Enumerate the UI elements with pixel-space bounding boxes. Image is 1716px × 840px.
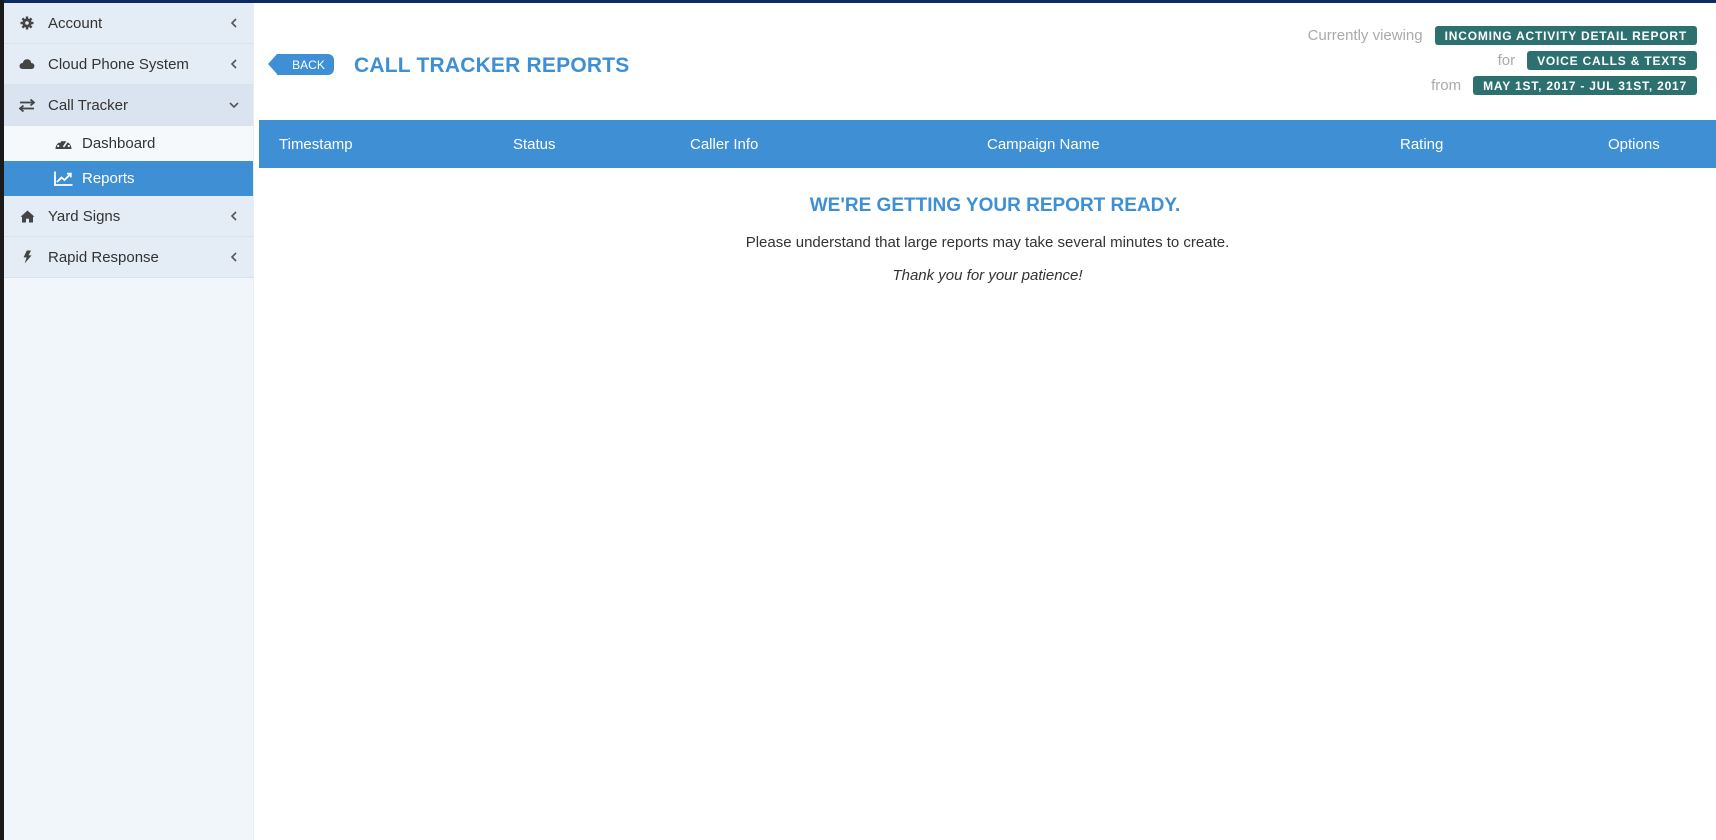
cloud-icon [16,58,38,70]
viewing-label: Currently viewing [1307,27,1423,44]
loading-message: Please understand that large reports may… [745,234,1230,251]
sidebar-subitem-reports[interactable]: Reports [4,161,253,196]
loading-thanks: Thank you for your patience! [892,267,1083,284]
sidebar-item-yard-signs[interactable]: Yard Signs [4,196,253,237]
report-type-badge: INCOMING ACTIVITY DETAIL REPORT [1434,26,1697,45]
chevron-left-icon [227,18,241,28]
currently-viewing-row: Currently viewing INCOMING ACTIVITY DETA… [1308,26,1697,45]
line-chart-icon [52,171,74,186]
sidebar-item-call-tracker[interactable]: Call Tracker [4,85,253,126]
sidebar-subitem-label: Dashboard [82,135,156,152]
chevron-left-icon [227,252,241,262]
column-header-options[interactable]: Options [1608,120,1660,168]
column-header-timestamp[interactable]: Timestamp [279,120,353,168]
report-table-header: Timestamp Status Caller Info Campaign Na… [259,120,1716,168]
sidebar-item-cloud-phone-system[interactable]: Cloud Phone System [4,44,253,85]
gear-icon [16,16,38,30]
chevron-down-icon [227,101,241,109]
loading-title: WE'RE GETTING YOUR REPORT READY. [809,195,1181,216]
sidebar-item-label: Rapid Response [48,248,159,266]
sidebar-item-label: Cloud Phone System [48,55,189,73]
column-header-rating[interactable]: Rating [1400,120,1443,168]
for-label: for [1497,52,1516,69]
sidebar-item-rapid-response[interactable]: Rapid Response [4,237,253,278]
exchange-icon [16,98,38,112]
back-button[interactable]: BACK [268,54,334,75]
chevron-left-icon [227,59,241,69]
sidebar-subitem-dashboard[interactable]: Dashboard [4,126,253,161]
sidebar-item-label: Account [48,14,103,32]
for-row: for VOICE CALLS & TEXTS [1498,51,1697,70]
page-title: CALL TRACKER REPORTS [354,54,630,77]
home-icon [16,210,38,223]
sidebar: Account Cloud Phone System Call Tracker … [4,3,254,840]
sidebar-subitem-label: Reports [82,170,135,187]
from-row: from MAY 1ST, 2017 - JUL 31ST, 2017 [1431,76,1697,95]
chevron-left-icon [227,211,241,221]
bolt-icon [16,250,38,264]
sidebar-item-label: Call Tracker [48,96,129,114]
sidebar-item-label: Yard Signs [48,207,121,225]
dashboard-icon [52,137,74,150]
from-label: from [1431,77,1462,94]
channel-badge: VOICE CALLS & TEXTS [1527,51,1697,70]
column-header-status[interactable]: Status [513,120,556,168]
date-range-badge: MAY 1ST, 2017 - JUL 31ST, 2017 [1473,76,1697,95]
sidebar-item-account[interactable]: Account [4,3,253,44]
column-header-caller-info[interactable]: Caller Info [690,120,758,168]
main-content: BACK CALL TRACKER REPORTS Currently view… [255,3,1716,840]
column-header-campaign-name[interactable]: Campaign Name [987,120,1100,168]
